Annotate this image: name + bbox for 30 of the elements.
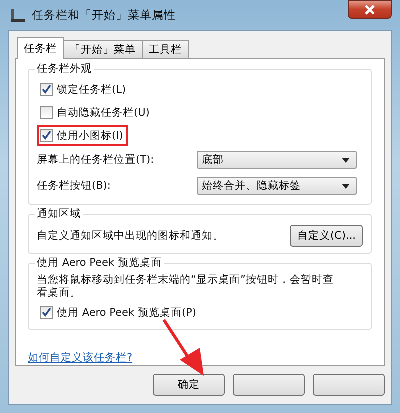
checkbox-row[interactable]: 使用 Aero Peek 预览桌面(P) [37,302,202,323]
close-button[interactable] [348,0,392,19]
description-text: 自定义通知区域中出现的图标和通知。 [37,229,224,243]
group-title: 使用 Aero Peek 预览桌面 [35,256,164,270]
checkbox-row[interactable]: 自动隐藏任务栏(U) [37,102,155,123]
dropdown-arrow-icon [342,184,350,188]
dropdown-label: 屏幕上的任务栏位置(T): [37,153,156,167]
checkbox[interactable] [40,306,53,319]
help-link[interactable]: 如何自定义该任务栏? [28,351,133,365]
highlighted-checkbox-row[interactable]: 使用小图标(I) [37,125,128,146]
dropdown[interactable]: 底部 [197,151,357,169]
group-title: 通知区域 [35,207,83,221]
dropdown-label: 任务栏按钮(B): [37,179,112,193]
window-title: 任务栏和「开始」菜单属性 [32,8,176,22]
checkbox[interactable] [40,106,53,119]
dialog-button[interactable] [313,374,385,396]
tab[interactable]: 「开始」菜单 [63,40,143,59]
tab[interactable]: 工具栏 [142,40,189,59]
ok-button[interactable]: 确定 [153,374,225,396]
description-text: 当您将鼠标移动到任务栏末端的“显示桌面”按钮时，会暂时查看桌面。 [37,274,335,300]
close-icon [364,4,376,14]
checkbox[interactable] [40,129,53,142]
group-title: 任务栏外观 [35,62,94,76]
customize-button[interactable]: 自定义(C)... [290,225,363,247]
checkbox-row[interactable]: 锁定任务栏(L) [37,79,132,100]
tab[interactable]: 任务栏 [17,37,64,59]
dialog-button[interactable] [233,374,305,396]
checkbox[interactable] [40,83,53,96]
dropdown-arrow-icon [342,158,350,162]
dropdown[interactable]: 始终合并、隐藏标签 [197,177,357,195]
